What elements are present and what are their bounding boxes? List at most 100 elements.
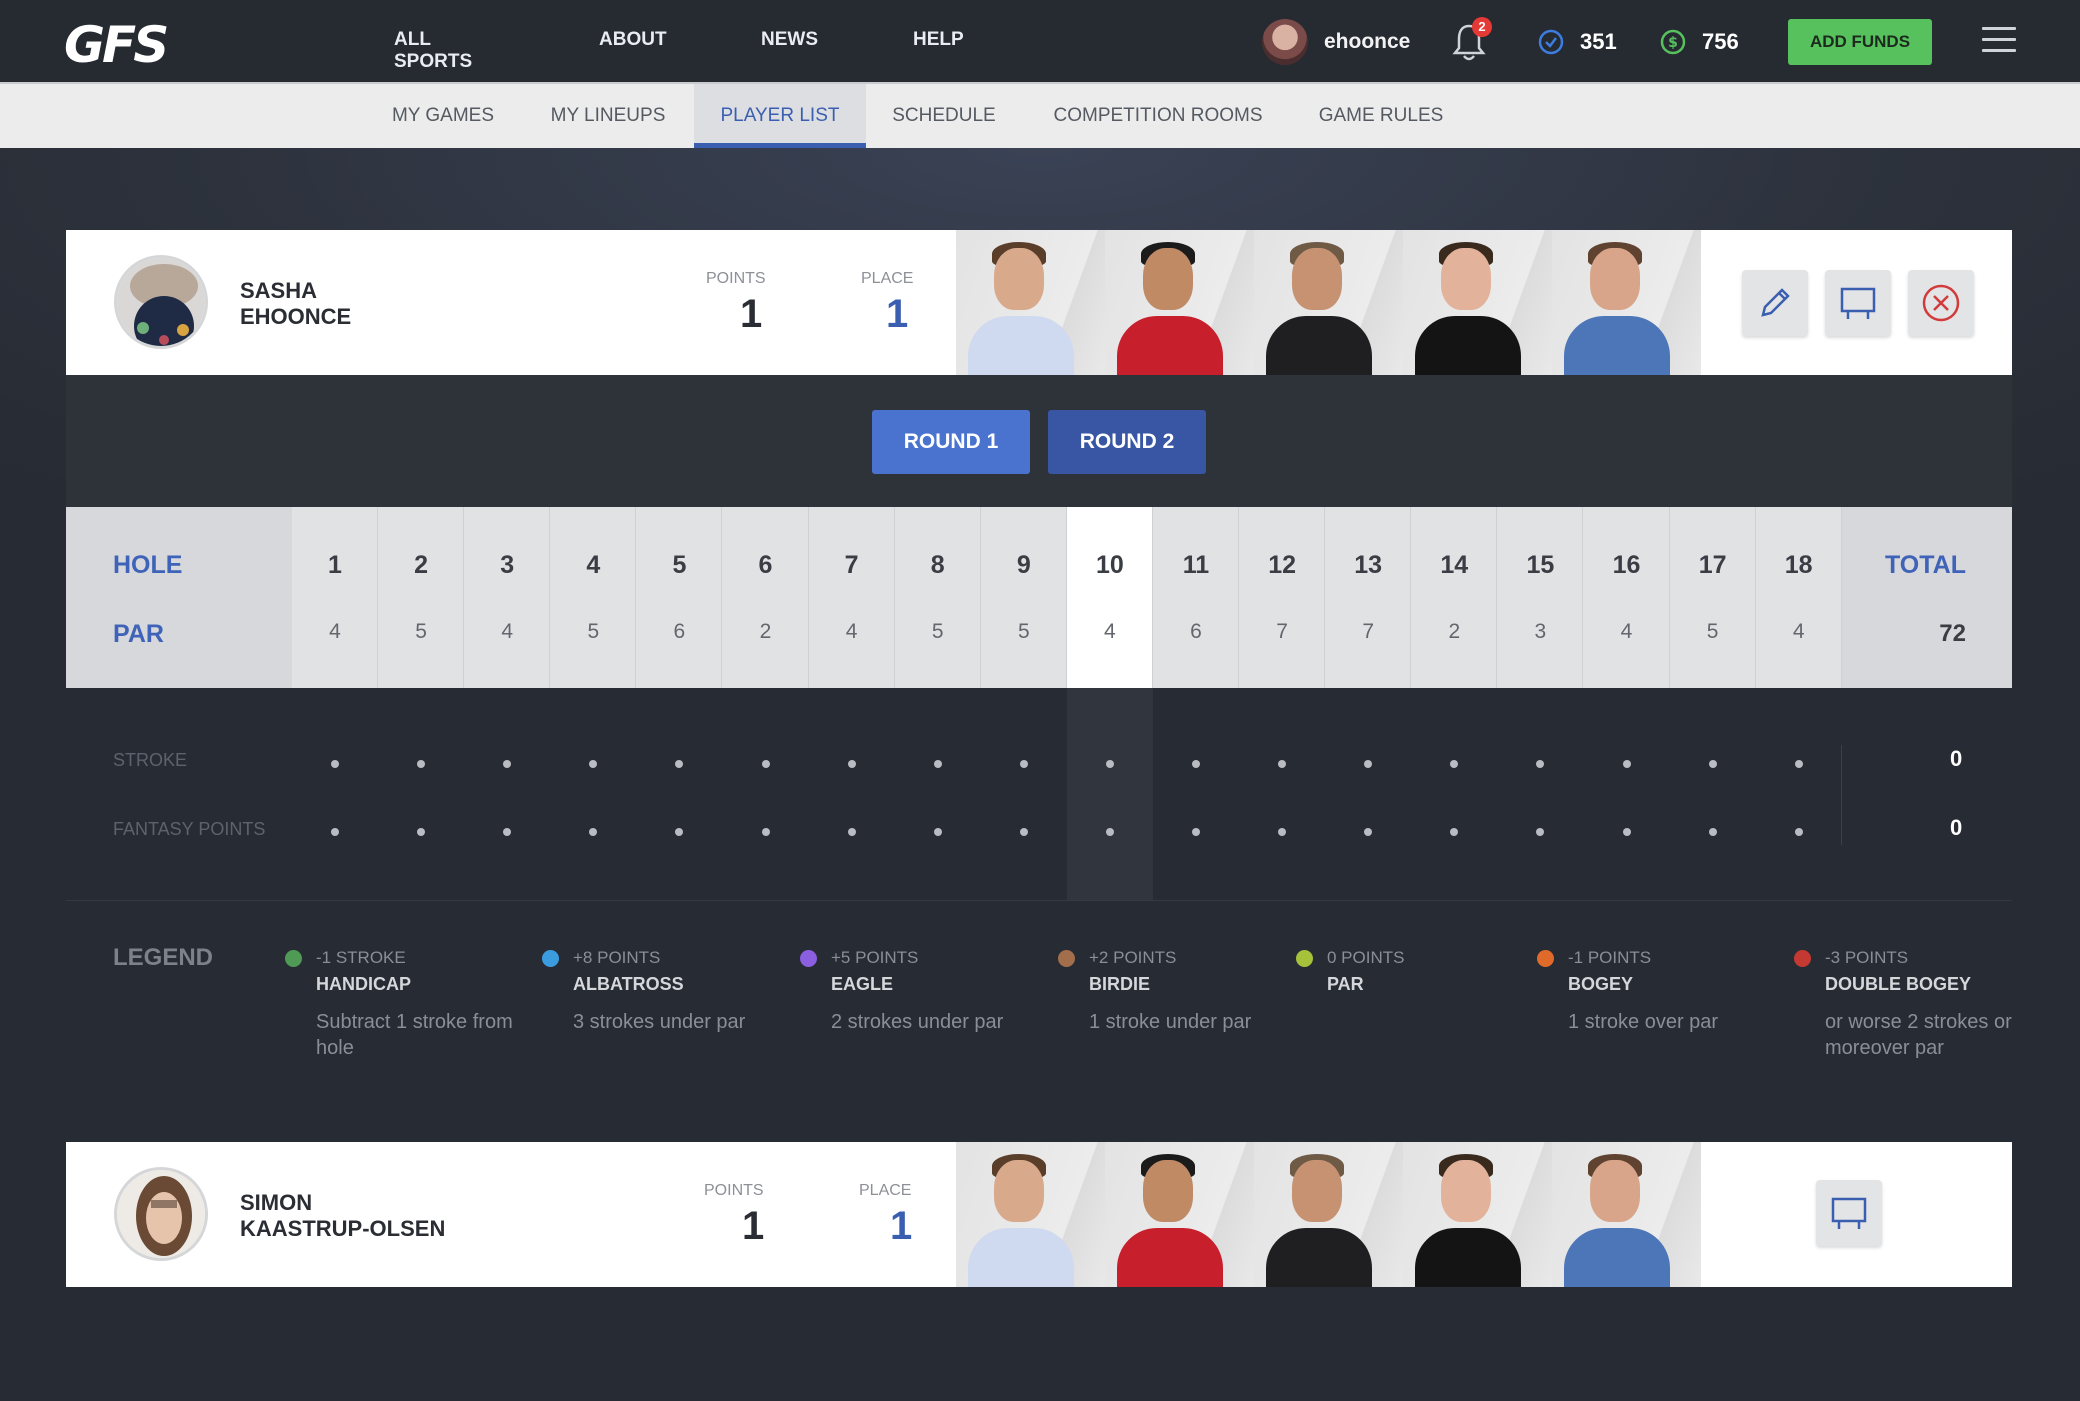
nav-all-sports[interactable]: ALL SPORTS [394,29,472,73]
empty-score-dot [1794,828,1803,836]
stroke-total: 0 [1950,746,1963,771]
golfer-photo[interactable] [1552,1142,1701,1287]
hole-par: 4 [501,620,514,643]
hole-number: 14 [1440,551,1469,579]
legend-dot [1058,950,1075,967]
close-circle-icon [1922,284,1960,322]
hole-number: 11 [1182,551,1210,579]
round-1-button[interactable]: ROUND 1 [872,410,1030,474]
hole-number: 10 [1095,551,1124,579]
empty-score-dot [1450,760,1459,768]
tab-player-list[interactable]: PLAYER LIST [694,84,866,148]
hole-par: 2 [1448,620,1461,643]
legend-value: +5 POINTS [831,948,919,967]
logo[interactable]: GFS [64,16,169,74]
par-total: 72 [1939,620,1966,647]
edit-button[interactable] [1742,270,1808,336]
menu-icon[interactable] [1982,27,2016,55]
hole-par: 5 [415,620,427,643]
lineup-players [956,230,1701,375]
board-icon [1831,1197,1867,1229]
hole-column[interactable]: 16 4 [1584,507,1670,688]
hole-par: 4 [329,620,341,643]
hole-par: 5 [1706,620,1719,643]
tab-competition-rooms[interactable]: COMPETITION ROOMS [1050,84,1266,148]
tab-schedule[interactable]: SCHEDULE [886,84,1002,148]
place-value: 1 [890,1204,913,1248]
hole-column[interactable]: 15 3 [1497,507,1584,688]
add-funds-button[interactable]: ADD FUNDS [1788,19,1932,65]
user-avatar [1262,19,1308,65]
hole-column[interactable]: 13 7 [1325,507,1412,688]
hole-column[interactable]: 56 [636,507,723,688]
legend-name: BIRDIE [1089,974,1151,994]
tab-my-lineups[interactable]: MY LINEUPS [540,84,676,148]
empty-score-dot [503,828,512,836]
lineup-card[interactable]: SASHA EHOONCE POINTS 1 PLACE 1 [66,230,2012,375]
legend-item: +8 POINTS ALBATROSS 3 strokes under par [542,948,803,1035]
place-label: PLACE [859,1182,912,1199]
empty-score-dot [761,760,770,768]
nav-news[interactable]: NEWS [761,29,818,51]
golfer-photo[interactable] [1105,1142,1254,1287]
golfer-photo[interactable] [956,230,1105,375]
user-menu[interactable]: ehoonce [1262,19,1410,65]
legend-dot [1537,950,1554,967]
hole-par: 4 [1104,620,1116,643]
hole-column[interactable]: 14 2 [1411,507,1498,688]
round-selector: ROUND 1 ROUND 2 [66,375,2012,507]
hole-column[interactable]: 62 [723,507,809,688]
tab-my-games[interactable]: MY GAMES [380,84,506,148]
hole-column[interactable]: 34 [464,507,551,688]
legend-item: -1 STROKE HANDICAP Subtract 1 stroke from … [285,948,546,1061]
lineup-card[interactable]: SIMON KAASTRUP-OLSEN POINTS 1 PLACE 1 [66,1142,2012,1287]
empty-score-dot [933,828,942,836]
tab-game-rules[interactable]: GAME RULES [1316,84,1446,148]
hole-column[interactable]: 11 6 [1153,507,1239,688]
empty-score-dot [847,760,856,768]
legend-description: 2 strokes under par [831,1011,1004,1033]
view-button[interactable] [1816,1180,1882,1246]
hole-column[interactable]: 85 [895,507,981,688]
empty-score-dot [1192,828,1200,836]
nav-help[interactable]: HELP [913,29,964,51]
nav-about[interactable]: ABOUT [599,29,667,51]
lineup-actions [1742,270,1991,336]
par-label: PAR [113,620,164,648]
round-2-button[interactable]: ROUND 2 [1048,410,1206,474]
empty-score-dot [761,828,770,836]
empty-score-dot [933,760,942,768]
hole-column[interactable]: 12 7 [1239,507,1326,688]
legend-item: -3 POINTS DOUBLE BOGEY or worse 2 strokes … [1794,948,2055,1061]
view-button[interactable] [1825,270,1891,336]
hole-column[interactable]: 14 [292,507,378,688]
hole-column[interactable]: 74 [809,507,895,688]
golfer-photo[interactable] [1552,230,1701,375]
golfer-photo[interactable] [1254,230,1403,375]
golfer-photo[interactable] [1254,1142,1403,1287]
delete-button[interactable] [1908,270,1974,336]
legend-name: PAR [1327,974,1364,994]
hole-column[interactable]: 10 4 [1066,507,1153,688]
legend-name: EAGLE [831,974,894,994]
legend-dot [285,950,302,967]
hole-column[interactable]: 95 [981,507,1067,688]
hole-column[interactable]: 17 5 [1670,507,1756,688]
hole-number: 12 [1268,551,1296,579]
golfer-photo[interactable] [956,1142,1105,1287]
lineup-actions [1816,1180,1899,1246]
hole-column[interactable]: 18 4 [1756,507,1842,688]
golfer-photo[interactable] [1403,230,1552,375]
golfer-photo[interactable] [1105,230,1254,375]
points-balance: 351 [1538,29,1617,55]
hole-par: 5 [587,620,600,643]
hole-par: 7 [1362,620,1375,643]
golfer-photo[interactable] [1403,1142,1552,1287]
hole-column[interactable]: 45 [550,507,637,688]
hole-column[interactable]: 25 [378,507,465,688]
legend-item: +5 POINTS EAGLE 2 strokes under par [800,948,1061,1035]
empty-score-dot [1708,760,1717,768]
legend-description: Subtract 1 stroke from hole [316,1011,513,1059]
empty-score-dot [1278,828,1287,836]
sub-nav: MY GAMES MY LINEUPS PLAYER LIST SCHEDULE… [0,82,2080,148]
